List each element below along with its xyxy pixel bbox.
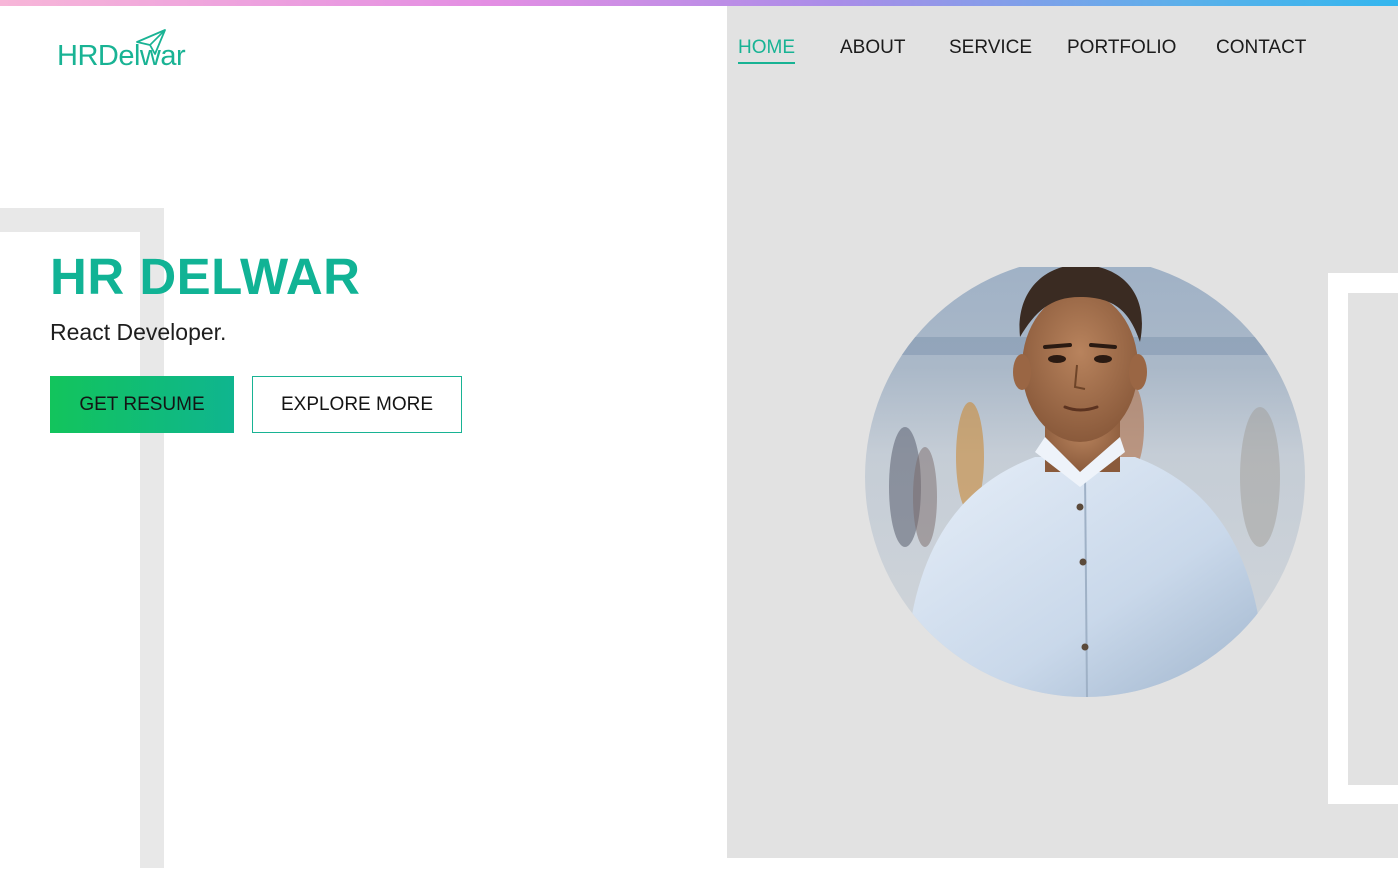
- explore-more-button[interactable]: EXPLORE MORE: [252, 376, 462, 433]
- get-resume-button[interactable]: GET RESUME: [50, 376, 234, 433]
- nav-contact[interactable]: CONTACT: [1216, 36, 1306, 62]
- paper-plane-icon: [136, 29, 166, 55]
- nav-service[interactable]: SERVICE: [949, 36, 1032, 62]
- site-logo[interactable]: HRDelwar: [57, 28, 197, 74]
- nav-about[interactable]: ABOUT: [840, 36, 905, 62]
- nav-home[interactable]: HOME: [738, 36, 795, 64]
- hero-role: React Developer.: [50, 319, 227, 345]
- nav-portfolio[interactable]: PORTFOLIO: [1067, 36, 1176, 62]
- profile-photo: [865, 267, 1305, 697]
- hero-name: HR DELWAR: [50, 248, 361, 305]
- decorative-frame-right-inner: [1348, 293, 1398, 785]
